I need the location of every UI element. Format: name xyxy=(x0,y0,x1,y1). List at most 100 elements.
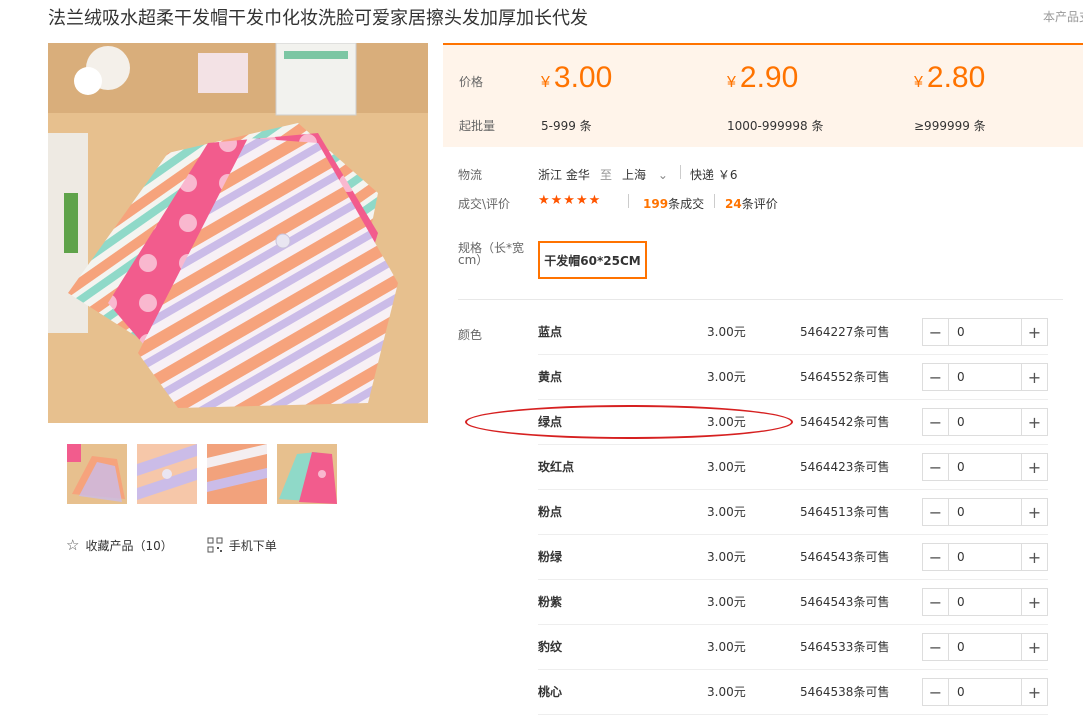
tier-qty: 1000-999998 条 xyxy=(727,119,824,133)
color-price: 3.00元 xyxy=(707,370,746,384)
increment-button[interactable]: + xyxy=(1021,409,1047,435)
quantity-stepper: −+ xyxy=(922,633,1048,661)
color-row: 绿点3.00元5464542条可售−+ xyxy=(538,400,1048,445)
section-divider xyxy=(458,299,1063,300)
price-box: 价格 起批量 ¥3.00 5-999 条 ¥2.90 1000-999998 条… xyxy=(443,43,1083,147)
currency-symbol: ¥ xyxy=(727,74,736,91)
deals-count: 199 xyxy=(643,197,669,211)
quantity-stepper: −+ xyxy=(922,543,1048,571)
color-stock: 5464423条可售 xyxy=(800,460,890,474)
price-label: 价格 xyxy=(459,75,484,89)
quantity-input[interactable] xyxy=(949,454,1021,480)
color-name: 粉紫 xyxy=(538,595,563,609)
increment-button[interactable]: + xyxy=(1021,499,1047,525)
quantity-stepper: −+ xyxy=(922,588,1048,616)
decrement-button[interactable]: − xyxy=(923,319,949,345)
currency-symbol: ¥ xyxy=(914,74,923,91)
destination-select[interactable]: 上海 ⌄ xyxy=(622,166,668,183)
decrement-button[interactable]: − xyxy=(923,409,949,435)
color-price: 3.00元 xyxy=(707,685,746,699)
thumbnail-1[interactable] xyxy=(67,444,127,504)
decrement-button[interactable]: − xyxy=(923,454,949,480)
quantity-stepper: −+ xyxy=(922,678,1048,706)
destination-value: 上海 xyxy=(622,168,647,182)
color-row: 粉绿3.00元5464543条可售−+ xyxy=(538,535,1048,580)
product-title: 法兰绒吸水超柔干发帽干发巾化妆洗脸可爱家居擦头发加厚加长代发 xyxy=(48,8,588,29)
qr-code-icon xyxy=(207,537,223,553)
color-row: 桃心3.00元5464538条可售−+ xyxy=(538,670,1048,715)
product-actions: ☆ 收藏产品（10） 手机下单 xyxy=(66,536,277,554)
tier-qty: 5-999 条 xyxy=(541,119,592,133)
deals-link[interactable]: 199条成交 xyxy=(643,195,704,212)
increment-button[interactable]: + xyxy=(1021,319,1047,345)
thumbnail-2[interactable] xyxy=(137,444,197,504)
increment-button[interactable]: + xyxy=(1021,544,1047,570)
thumbnail-3[interactable] xyxy=(207,444,267,504)
quantity-input[interactable] xyxy=(949,589,1021,615)
color-price: 3.00元 xyxy=(707,505,746,519)
quantity-input[interactable] xyxy=(949,499,1021,525)
color-stock: 5464543条可售 xyxy=(800,550,890,564)
color-row: 玫红点3.00元5464423条可售−+ xyxy=(538,445,1048,490)
increment-button[interactable]: + xyxy=(1021,454,1047,480)
shipping-fee: 快递 ￥6 xyxy=(690,168,738,182)
color-name: 豹纹 xyxy=(538,640,563,654)
increment-button[interactable]: + xyxy=(1021,364,1047,390)
color-name: 桃心 xyxy=(538,685,563,699)
color-row: 黄点3.00元5464552条可售−+ xyxy=(538,355,1048,400)
color-stock: 5464227条可售 xyxy=(800,325,890,339)
decrement-button[interactable]: − xyxy=(923,634,949,660)
logistics-to: 至 xyxy=(600,168,613,182)
main-product-image[interactable] xyxy=(48,43,428,423)
tier-price: 3.00 xyxy=(553,61,613,94)
deals-text: 条成交 xyxy=(668,197,705,211)
quantity-input[interactable] xyxy=(949,319,1021,345)
star-outline-icon: ☆ xyxy=(66,536,80,554)
rating-stars: ★★★★★ xyxy=(538,193,602,208)
quantity-input[interactable] xyxy=(949,544,1021,570)
increment-button[interactable]: + xyxy=(1021,589,1047,615)
decrement-button[interactable]: − xyxy=(923,679,949,705)
quantity-input[interactable] xyxy=(949,364,1021,390)
tier-price: 2.90 xyxy=(739,61,799,94)
decrement-button[interactable]: − xyxy=(923,589,949,615)
color-row: 粉紫3.00元5464543条可售−+ xyxy=(538,580,1048,625)
thumbnail-4[interactable] xyxy=(277,444,337,504)
quantity-stepper: −+ xyxy=(922,363,1048,391)
price-tier-1: ¥3.00 5-999 条 xyxy=(541,61,613,133)
color-name: 粉绿 xyxy=(538,550,563,564)
color-row: 蓝点3.00元5464227条可售−+ xyxy=(538,310,1048,355)
logistics-label: 物流 xyxy=(458,168,483,182)
color-name: 蓝点 xyxy=(538,325,563,339)
color-label: 颜色 xyxy=(458,328,483,342)
color-row: 粉点3.00元5464513条可售−+ xyxy=(538,490,1048,535)
spec-option-selected[interactable]: 干发帽60*25CM xyxy=(538,241,647,279)
rating-label: 成交\评价 xyxy=(458,197,511,211)
color-name: 黄点 xyxy=(538,370,563,384)
color-stock: 5464513条可售 xyxy=(800,505,890,519)
chevron-down-icon: ⌄ xyxy=(657,168,668,182)
top-right-note: 本产品支 xyxy=(1043,10,1083,24)
reviews-link[interactable]: 24条评价 xyxy=(725,195,778,212)
quantity-stepper: −+ xyxy=(922,408,1048,436)
decrement-button[interactable]: − xyxy=(923,544,949,570)
mobile-order-button[interactable]: 手机下单 xyxy=(207,537,277,554)
color-name: 玫红点 xyxy=(538,460,575,474)
quantity-input[interactable] xyxy=(949,409,1021,435)
color-price: 3.00元 xyxy=(707,415,746,429)
quantity-stepper: −+ xyxy=(922,498,1048,526)
color-price: 3.00元 xyxy=(707,550,746,564)
quantity-input[interactable] xyxy=(949,634,1021,660)
decrement-button[interactable]: − xyxy=(923,499,949,525)
increment-button[interactable]: + xyxy=(1021,634,1047,660)
price-tier-2: ¥2.90 1000-999998 条 xyxy=(727,61,824,133)
favorite-label: 收藏产品（10） xyxy=(85,538,173,553)
favorite-button[interactable]: ☆ 收藏产品（10） xyxy=(66,536,173,554)
color-stock: 5464552条可售 xyxy=(800,370,890,384)
increment-button[interactable]: + xyxy=(1021,679,1047,705)
quantity-stepper: −+ xyxy=(922,318,1048,346)
quantity-input[interactable] xyxy=(949,679,1021,705)
color-price: 3.00元 xyxy=(707,595,746,609)
color-stock: 5464542条可售 xyxy=(800,415,890,429)
decrement-button[interactable]: − xyxy=(923,364,949,390)
